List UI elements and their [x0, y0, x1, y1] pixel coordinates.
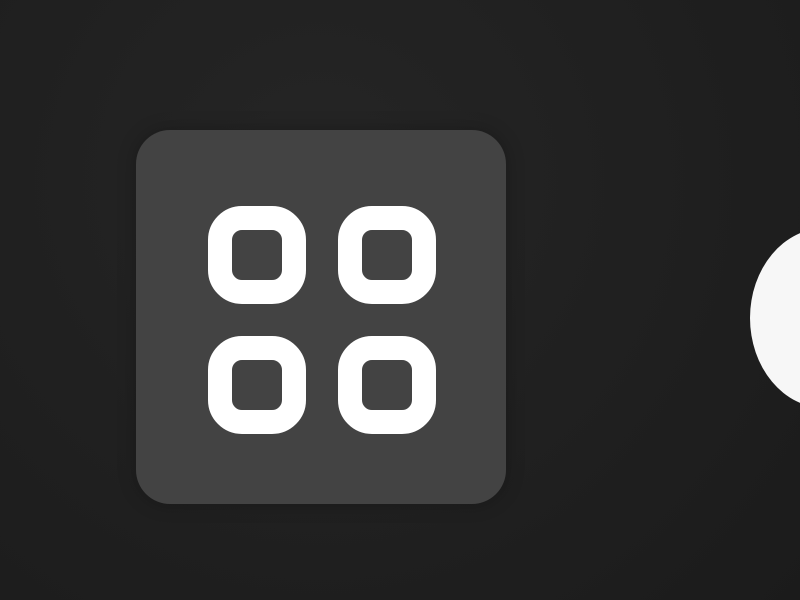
- grid-view-button[interactable]: [136, 130, 506, 504]
- top-toolbar: [0, 0, 800, 600]
- app-canvas: [0, 0, 800, 600]
- partial-circle-control[interactable]: [750, 228, 800, 408]
- grid-view-icon: [206, 204, 438, 436]
